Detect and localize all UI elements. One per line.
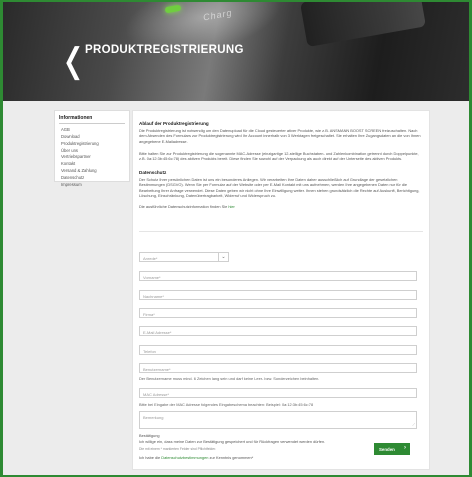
anrede-select[interactable]: Anrede* ⌄ [139,252,229,262]
chevron-right-icon: › [404,445,406,451]
bemerkung-placeholder: Bemerkung [143,414,164,420]
sidebar-item-kontakt[interactable]: Kontakt [55,160,129,167]
hero-device-image [300,2,426,48]
nachname-field[interactable]: Nachname* [139,290,417,300]
section-title-ablauf: Ablauf der Produktregistrierung [139,121,209,126]
vorname-field[interactable]: Vorname* [139,271,417,281]
privacy-link[interactable]: Datenschutzbestimmungen [161,455,208,460]
sidebar-item-datenschutz[interactable]: Datenschutz [55,174,129,181]
sidebar: Informationen AGB Download Produktregist… [54,110,130,187]
datenschutz-link[interactable]: hier [228,204,235,209]
privacy-prefix: Ich habe die [139,455,162,460]
resize-grip-icon[interactable]: ⟋ [412,422,415,427]
sidebar-item-ueber-uns[interactable]: Über uns [55,147,129,154]
datenschutz-link-line: Die ausführliche Datenschutzinformation … [139,204,423,209]
chevron-down-icon: ⌄ [218,253,228,261]
mac-address-hint: Bitte bei Eingabe der MAC Adresse folgen… [139,402,314,407]
email-field[interactable]: E-Mail Adresse* [139,326,417,336]
form-divider [139,231,423,232]
page-title: PRODUKTREGISTRIERUNG [85,44,244,56]
datenschutz-link-prefix: Die ausführliche Datenschutzinformation … [139,204,229,209]
bemerkung-textarea[interactable]: Bemerkung ⟋ [139,411,417,429]
sidebar-item-impressum[interactable]: Impressum [55,181,129,188]
telefon-field[interactable]: Telefon [139,345,417,355]
firma-field[interactable]: Firma* [139,308,417,318]
benutzername-hint: Der Benutzername muss mind. 6 Zeichen la… [139,376,320,381]
sidebar-item-produktregistrierung[interactable]: Produktregistrierung [55,140,129,147]
benutzername-field[interactable]: Benutzername* [139,363,417,373]
submit-label: Senden [379,446,395,452]
consent-title[interactable]: Bestätigung [139,433,160,438]
sidebar-item-download[interactable]: Download [55,133,129,140]
privacy-checkbox-label[interactable]: Ich habe die Datenschutzbestimmungen zur… [139,455,253,460]
ablauf-paragraph-2: Bitte halten Sie zur Produktregistrierun… [139,151,419,162]
required-note: Die mit einem * markierten Felder sind P… [139,447,217,451]
sidebar-item-vertriebspartner[interactable]: Vertriebspartner [55,154,129,161]
back-chevron-icon[interactable]: ❬ [59,44,88,78]
datenschutz-paragraph: Der Schutz Ihrer persönlichen Daten ist … [139,177,420,199]
consent-text: Ich willige ein, dass meine Daten zur Be… [139,439,326,444]
ablauf-paragraph-1: Die Produktregistrierung ist notwendig u… [139,128,421,144]
sidebar-item-agb[interactable]: AGB [55,126,129,133]
hero-banner: Charg ❬ PRODUKTREGISTRIERUNG [3,2,469,101]
section-title-datenschutz: Datenschutz [139,170,167,175]
sidebar-item-versand[interactable]: Versand & Zahlung [55,167,129,174]
submit-button[interactable]: Senden › [374,443,410,455]
sidebar-heading: Informationen [59,115,93,121]
anrede-select-value: Anrede* [143,255,158,261]
privacy-suffix: zur Kenntnis genommen* [208,455,254,460]
sidebar-divider [59,123,125,124]
main-content: Ablauf der Produktregistrierung Die Prod… [132,110,430,470]
mac-address-field[interactable]: MAC Adresse* [139,388,417,398]
